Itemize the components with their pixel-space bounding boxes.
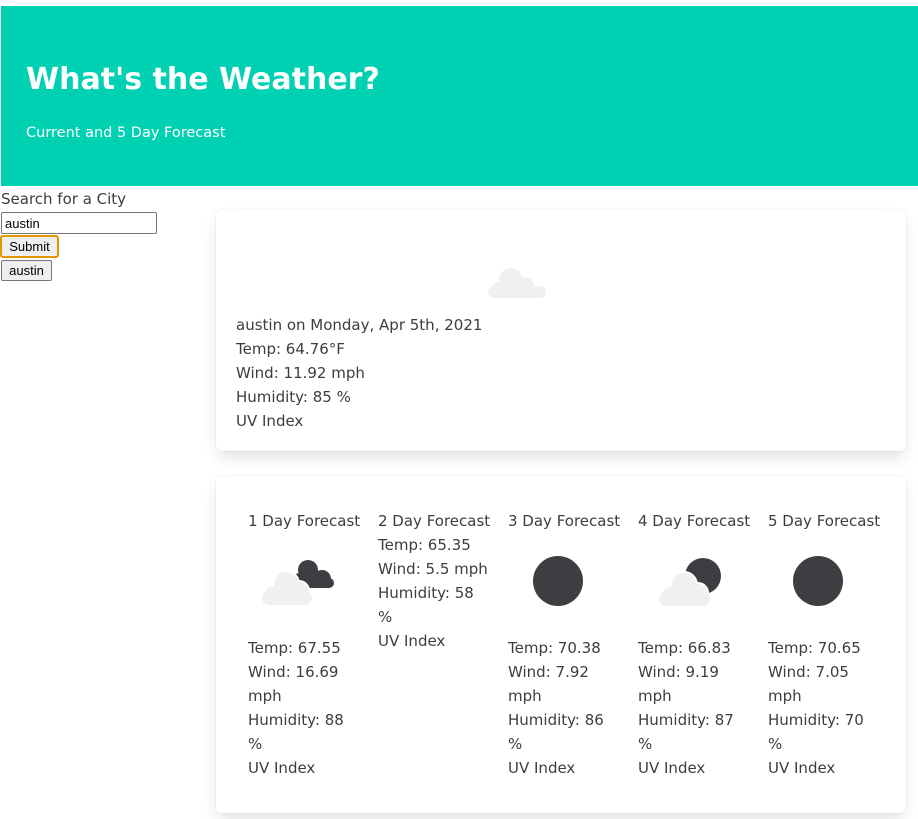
forecast-uv-index: UV Index: [248, 759, 316, 777]
forecast-humidity: Humidity: 88 %: [248, 711, 344, 753]
forecast-title: 3 Day Forecast: [508, 512, 621, 530]
forecast-temp: Temp: 70.65: [768, 639, 861, 657]
forecast-day-3: 3 Day Forecast Temp: 70.38 Wind: 7.92 mp…: [508, 509, 621, 780]
forecast-day-1: 1 Day Forecast Temp: 67.55 Wind: 16.69 m…: [248, 509, 361, 780]
forecast-temp: Temp: 66.83: [638, 639, 731, 657]
current-uv-index: UV Index: [236, 412, 304, 430]
current-temp: Temp: 64.76°F: [236, 340, 345, 358]
forecast-wind: Wind: 9.19 mph: [638, 663, 719, 705]
forecast-wind: Wind: 7.05 mph: [768, 663, 849, 705]
current-humidity: Humidity: 85 %: [236, 388, 351, 406]
forecast-uv-index: UV Index: [768, 759, 836, 777]
forecast-temp: Temp: 65.35: [378, 536, 471, 554]
moon-icon: [793, 556, 843, 606]
current-wind: Wind: 11.92 mph: [236, 364, 365, 382]
hero-banner: What's the Weather? Current and 5 Day Fo…: [1, 6, 918, 186]
forecast-title: 4 Day Forecast: [638, 512, 751, 530]
history-city-button[interactable]: austin: [1, 260, 52, 281]
forecast-uv-index: UV Index: [508, 759, 576, 777]
forecast-wind: Wind: 5.5 mph: [378, 560, 488, 578]
forecast-humidity: Humidity: 70 %: [768, 711, 864, 753]
cloud-moon-icon: [659, 558, 721, 606]
submit-button[interactable]: Submit: [0, 235, 59, 258]
current-city-date: austin on Monday, Apr 5th, 2021: [236, 316, 483, 334]
forecast-temp: Temp: 67.55: [248, 639, 341, 657]
forecast-wind: Wind: 7.92 mph: [508, 663, 589, 705]
page-subtitle: Current and 5 Day Forecast: [26, 125, 226, 141]
current-weather-card: austin on Monday, Apr 5th, 2021 Temp: 64…: [216, 210, 906, 451]
forecast-card: 1 Day Forecast Temp: 67.55 Wind: 16.69 m…: [216, 476, 906, 813]
forecast-title: 1 Day Forecast: [248, 512, 361, 530]
forecast-humidity: Humidity: 58 %: [378, 584, 474, 626]
cloud-icon: [488, 268, 546, 298]
forecast-uv-index: UV Index: [638, 759, 706, 777]
forecast-day-5: 5 Day Forecast Temp: 70.65 Wind: 7.05 mp…: [768, 509, 881, 780]
forecast-day-4: 4 Day Forecast Temp: 66.83 Wind: 9.19 mp…: [638, 509, 751, 780]
forecast-temp: Temp: 70.38: [508, 639, 601, 657]
forecast-day-2: 2 Day Forecast Temp: 65.35 Wind: 5.5 mph…: [378, 509, 491, 653]
forecast-uv-index: UV Index: [378, 632, 446, 650]
moon-icon: [533, 556, 583, 606]
cloud-moon-cloud-icon: [262, 560, 334, 605]
forecast-humidity: Humidity: 87 %: [638, 711, 734, 753]
search-label: Search for a City: [1, 190, 127, 208]
forecast-title: 5 Day Forecast: [768, 512, 881, 530]
city-search-input[interactable]: [1, 212, 157, 234]
forecast-wind: Wind: 16.69 mph: [248, 663, 339, 705]
page-title: What's the Weather?: [26, 62, 380, 97]
forecast-title: 2 Day Forecast: [378, 512, 491, 530]
forecast-humidity: Humidity: 86 %: [508, 711, 604, 753]
